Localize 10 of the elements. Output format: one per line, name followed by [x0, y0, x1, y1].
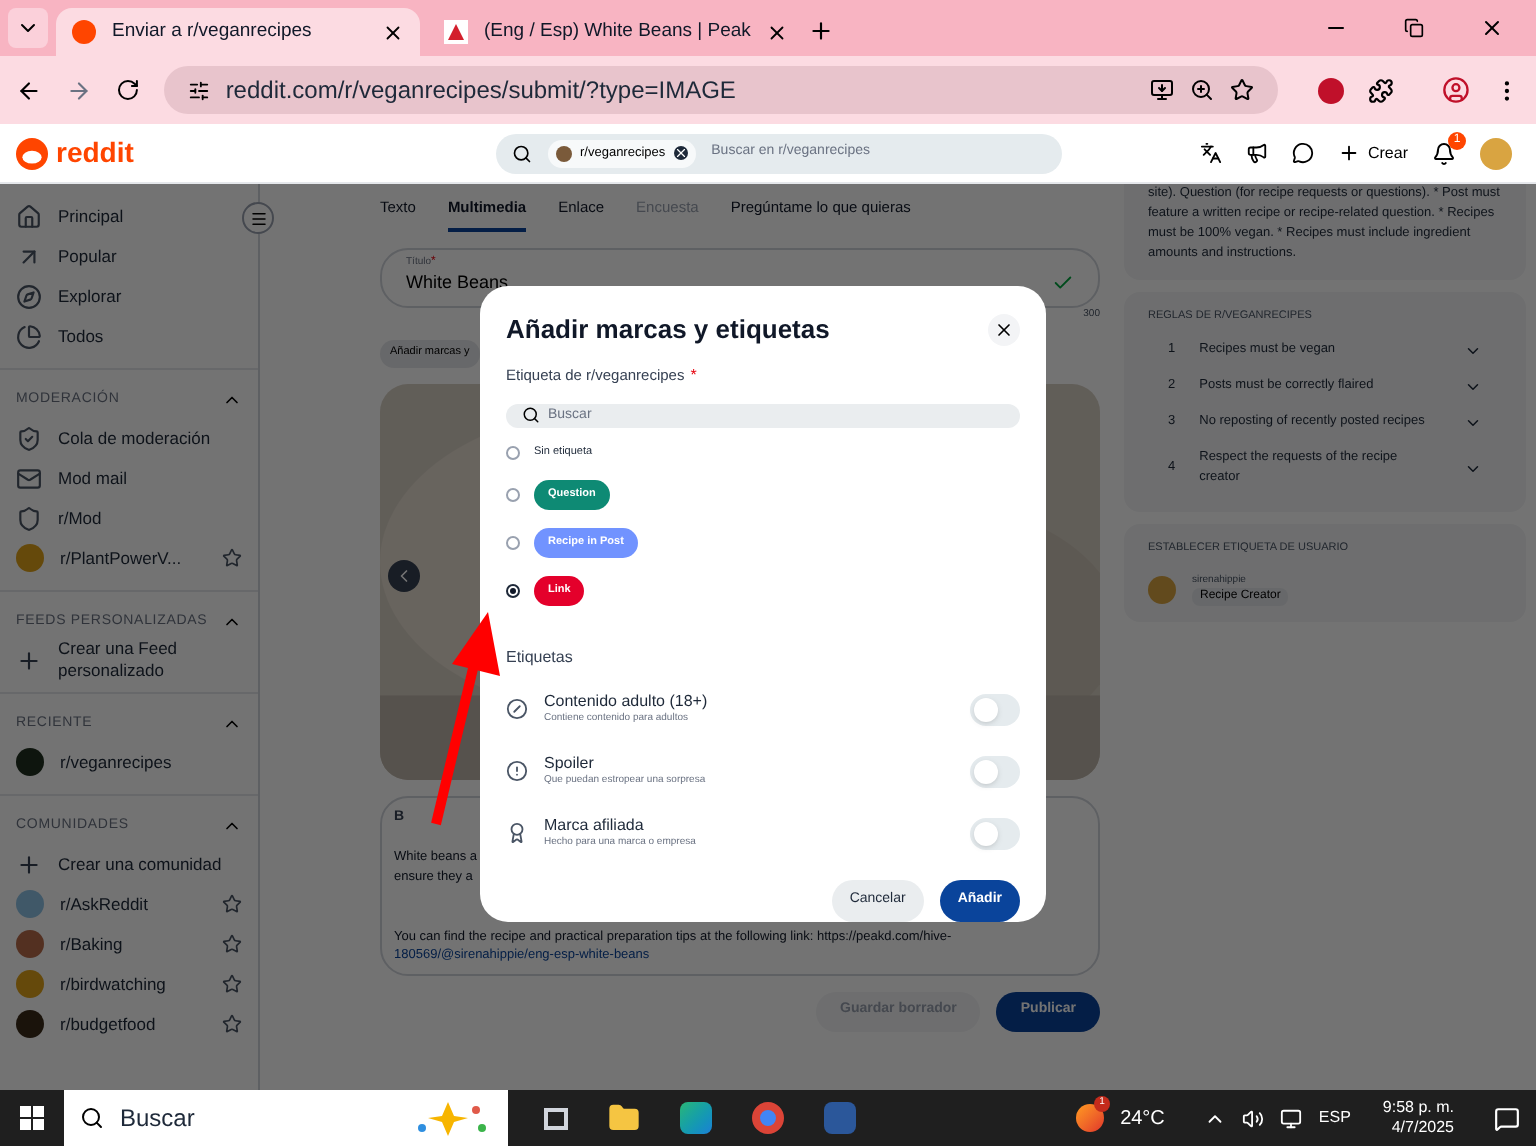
tags-heading: Etiquetas [506, 646, 575, 670]
tag-title: Marca afiliada [544, 816, 646, 836]
url-text: reddit.com/r/veganrecipes/submit/?type=IMAGE [225, 74, 738, 108]
tag-title: Spoiler [544, 754, 596, 774]
temperature-text: 24°C [1120, 1105, 1165, 1133]
tab-title: Enviar a r/veganrecipes [112, 17, 314, 46]
dialog-title: Añadir marcas y etiquetas [506, 312, 832, 348]
required-mark: * [690, 363, 697, 387]
tag-title: Contenido adulto (18+) [544, 692, 710, 712]
tab-title: (Eng / Esp) White Beans | Peak [484, 17, 751, 46]
